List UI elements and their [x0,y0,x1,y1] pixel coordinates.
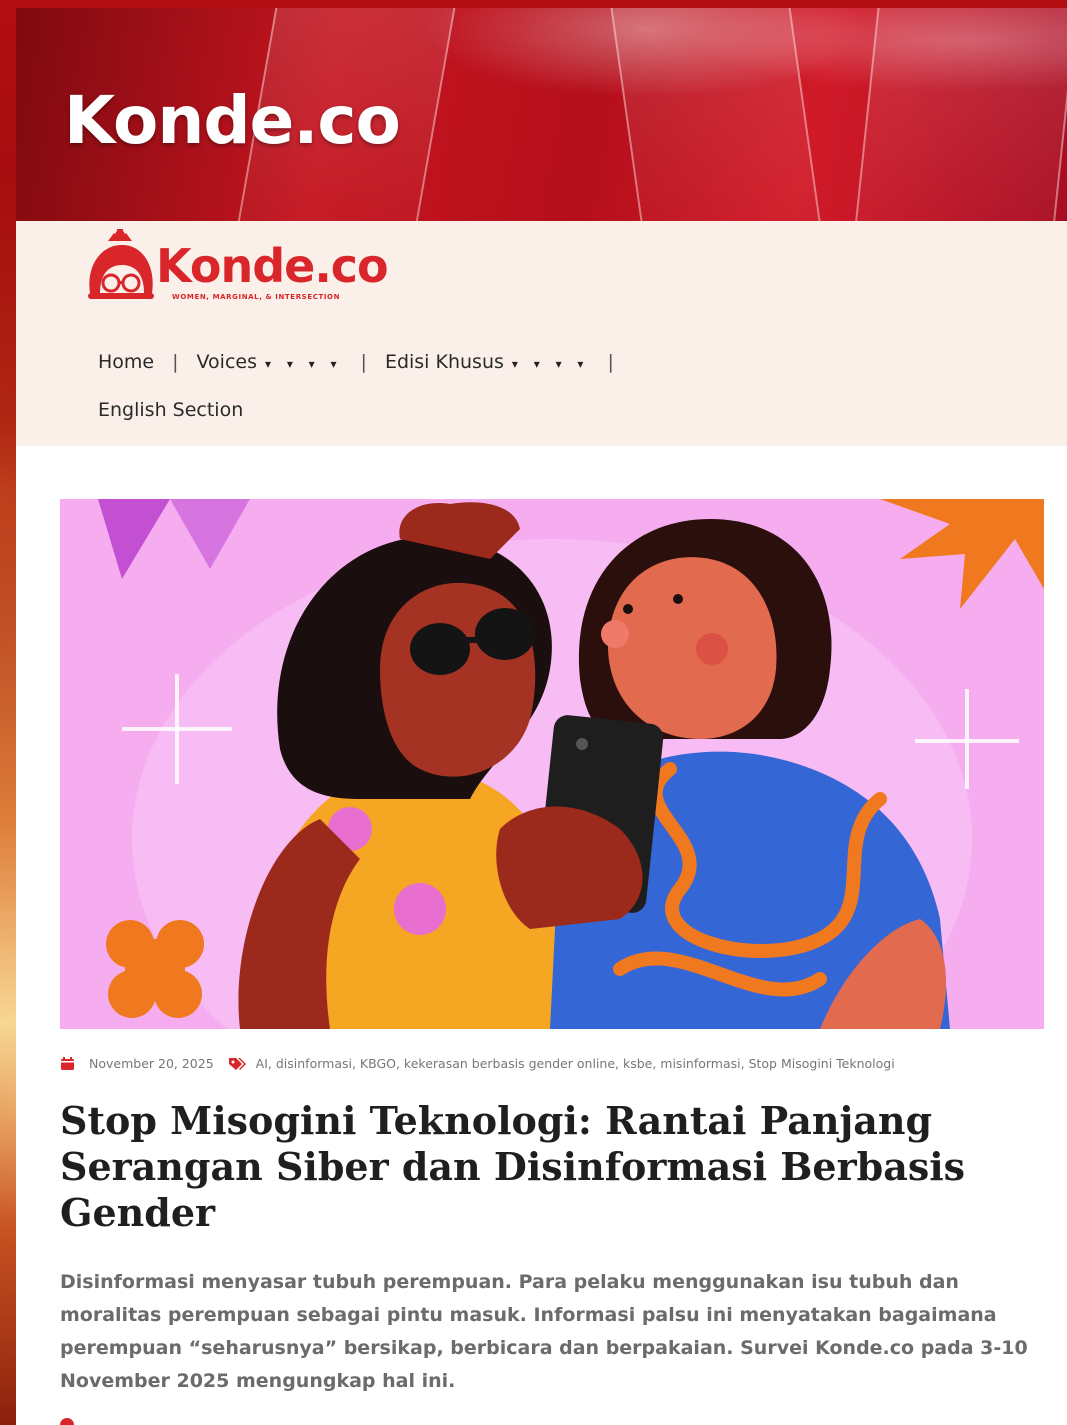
nav-item-edisi-khusus[interactable]: Edisi Khusus ▾ ▾ ▾ ▾ [385,351,590,373]
nav-item-english-section[interactable]: English Section [98,399,243,421]
chevron-down-icon: ▾ ▾ ▾ ▾ [264,357,343,371]
nav-row: English Section [98,393,798,427]
banner-glass-decoration [852,8,1067,221]
chevron-down-icon: ▾ ▾ ▾ ▾ [511,357,590,371]
article-excerpt: Disinformasi menyasar tubuh perempuan. P… [60,1271,1028,1392]
article-title[interactable]: Stop Misogini Teknologi: Rantai Panjang … [60,1098,1000,1236]
nav-item-voices-label: Voices [196,351,257,373]
tag-icon [228,1058,246,1070]
logo-text: Konde.co [156,239,389,293]
article-date[interactable]: November 20, 2025 [89,1056,214,1071]
article-tags[interactable]: AI, disinformasi, KBGO, kekerasan berbas… [256,1056,895,1071]
main-nav: Home | Voices ▾ ▾ ▾ ▾ | Edisi Khusus ▾ ▾ ▾… [98,345,798,427]
decorative-light-streak [0,420,16,1425]
nav-item-home[interactable]: Home [98,351,154,373]
banner-glass-decoration [607,8,825,221]
author-avatar [60,1418,74,1425]
site-header: Konde.co WOMEN, MARGINAL, & INTERSECTION… [16,221,1067,446]
article-hero-image[interactable] [60,499,1044,1029]
logo-tagline: WOMEN, MARGINAL, & INTERSECTION [172,293,341,301]
article-content: November 20, 2025 AI, disinformasi, KBGO… [16,446,1067,1425]
article-meta: November 20, 2025 AI, disinformasi, KBGO… [60,1056,1050,1071]
nav-item-edisi-khusus-label: Edisi Khusus [384,351,504,373]
nav-separator: | [172,351,179,373]
nav-separator: | [607,351,614,373]
banner-title: Konde.co [64,82,401,159]
nav-separator: | [360,351,367,373]
site-logo[interactable]: Konde.co WOMEN, MARGINAL, & INTERSECTION [82,227,392,309]
calendar-icon [61,1057,74,1070]
nav-item-voices[interactable]: Voices ▾ ▾ ▾ ▾ [197,351,343,373]
hero-illustration [60,499,1044,1029]
nav-row: Home | Voices ▾ ▾ ▾ ▾ | Edisi Khusus ▾ ▾ ▾… [98,345,798,379]
logo-mascot-icon [88,229,154,299]
top-banner: Konde.co [16,8,1067,221]
